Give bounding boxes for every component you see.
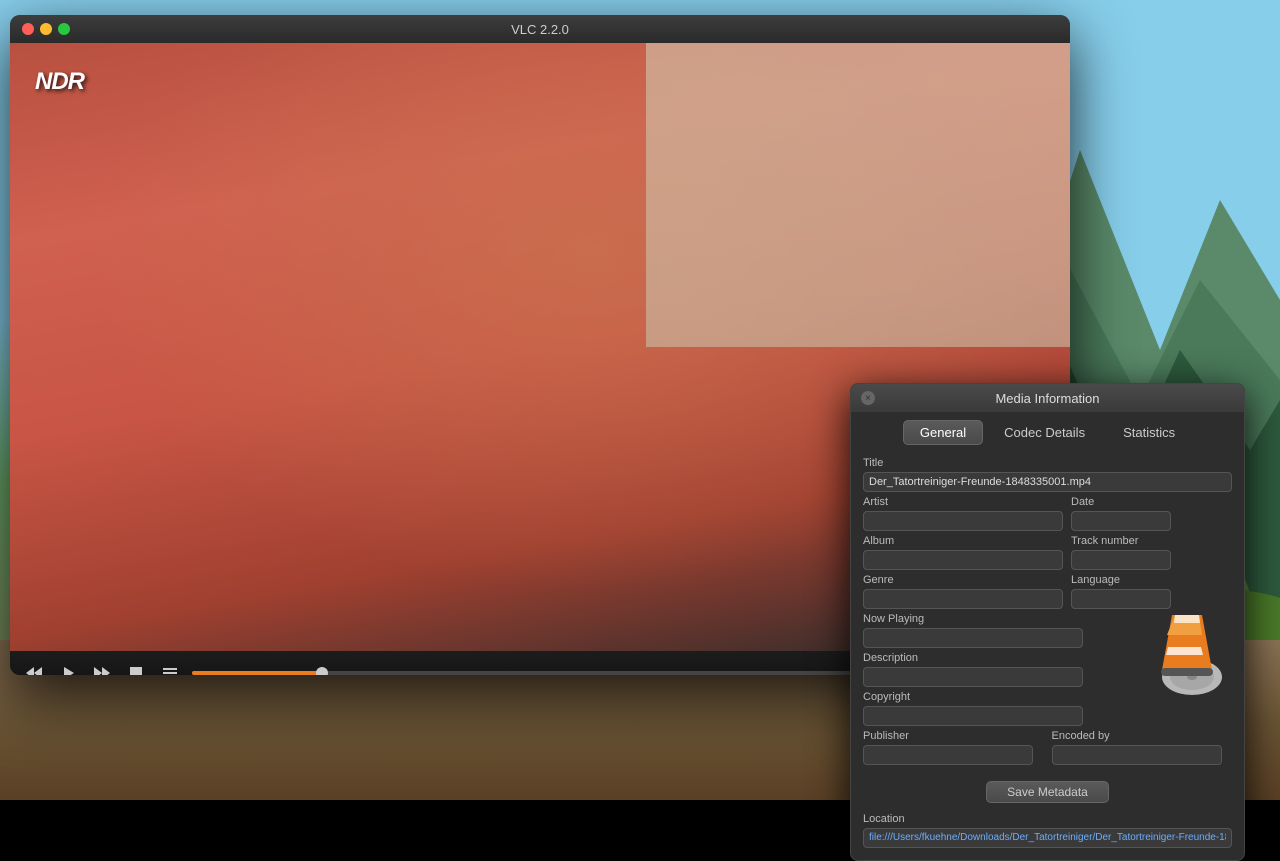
- album-track-row: Album Track number: [863, 535, 1232, 570]
- album-field-group: Album: [863, 535, 1063, 570]
- tab-codec-details[interactable]: Codec Details: [987, 420, 1102, 445]
- genre-label: Genre: [863, 574, 1063, 586]
- date-field-group: Date: [1071, 496, 1232, 531]
- window-minimize-button[interactable]: [40, 23, 52, 35]
- description-input[interactable]: [863, 667, 1083, 687]
- dialog-close-button[interactable]: ×: [861, 391, 875, 405]
- now-playing-input[interactable]: [863, 628, 1083, 648]
- window-buttons: [22, 23, 70, 35]
- car-bg-top: [646, 43, 1070, 347]
- fast-forward-button[interactable]: [90, 663, 114, 675]
- publisher-field-group: Publisher: [863, 730, 1044, 765]
- now-playing-row: Now Playing: [863, 613, 1232, 648]
- artist-date-row: Artist Date: [863, 496, 1232, 531]
- title-input[interactable]: [863, 472, 1232, 492]
- location-input[interactable]: [863, 828, 1232, 848]
- album-input[interactable]: [863, 550, 1063, 570]
- now-playing-label: Now Playing: [863, 613, 1083, 625]
- dialog-tabs: General Codec Details Statistics: [851, 412, 1244, 449]
- progress-fill: [192, 671, 322, 675]
- genre-field-group: Genre: [863, 574, 1063, 609]
- window-maximize-button[interactable]: [58, 23, 70, 35]
- location-section: Location: [851, 811, 1244, 852]
- genre-language-row: Genre Language: [863, 574, 1232, 609]
- language-label: Language: [1071, 574, 1232, 586]
- publisher-input[interactable]: [863, 745, 1033, 765]
- artist-field-group: Artist: [863, 496, 1063, 531]
- dialog-body: Title Artist Date Album Track number: [851, 449, 1244, 777]
- track-number-input[interactable]: [1071, 550, 1171, 570]
- ndr-watermark: NDR: [35, 68, 84, 96]
- artist-input[interactable]: [863, 511, 1063, 531]
- vlc-titlebar: VLC 2.2.0: [10, 15, 1070, 43]
- genre-input[interactable]: [863, 589, 1063, 609]
- rewind-button[interactable]: [22, 663, 46, 675]
- vlc-icon: [1137, 605, 1232, 700]
- title-label: Title: [863, 457, 1232, 469]
- dialog-titlebar: × Media Information: [851, 384, 1244, 412]
- encoded-by-label: Encoded by: [1052, 730, 1233, 742]
- tab-statistics[interactable]: Statistics: [1106, 420, 1192, 445]
- vlc-window-title: VLC 2.2.0: [511, 22, 569, 37]
- track-number-field-group: Track number: [1071, 535, 1232, 570]
- track-number-label: Track number: [1071, 535, 1232, 547]
- location-label: Location: [863, 813, 1232, 825]
- play-button[interactable]: [56, 663, 80, 675]
- now-playing-field-group: Now Playing: [863, 613, 1083, 648]
- publisher-label: Publisher: [863, 730, 1044, 742]
- copyright-input[interactable]: [863, 706, 1083, 726]
- language-field-group: Language: [1071, 574, 1232, 609]
- dialog-title: Media Information: [995, 391, 1099, 406]
- tab-general[interactable]: General: [903, 420, 983, 445]
- window-close-button[interactable]: [22, 23, 34, 35]
- title-field-group: Title: [863, 457, 1232, 492]
- playlist-button[interactable]: [158, 663, 182, 675]
- save-metadata-area: Save Metadata: [851, 781, 1244, 811]
- date-input[interactable]: [1071, 511, 1171, 531]
- artist-label: Artist: [863, 496, 1063, 508]
- progress-knob[interactable]: [316, 667, 328, 675]
- publisher-encoded-row: Publisher Encoded by: [863, 730, 1232, 765]
- stop-button[interactable]: [124, 663, 148, 675]
- date-label: Date: [1071, 496, 1232, 508]
- encoded-by-input[interactable]: [1052, 745, 1222, 765]
- encoded-by-field-group: Encoded by: [1052, 730, 1233, 765]
- media-info-dialog: × Media Information General Codec Detail…: [850, 383, 1245, 861]
- album-label: Album: [863, 535, 1063, 547]
